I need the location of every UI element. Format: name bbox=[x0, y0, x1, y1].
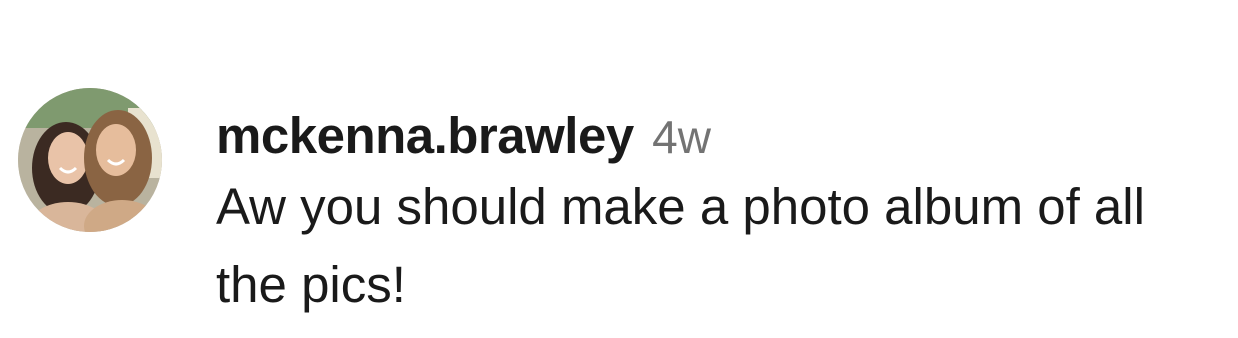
comment-item: mckenna.brawley 4w Aw you should make a … bbox=[0, 0, 1238, 338]
comment-text: Aw you should make a photo album of all … bbox=[216, 178, 1145, 313]
comment-body: mckenna.brawley 4w Aw you should make a … bbox=[216, 104, 1226, 324]
avatar[interactable] bbox=[18, 88, 162, 232]
avatar-photo-icon bbox=[18, 88, 162, 232]
username-link[interactable]: mckenna.brawley bbox=[216, 107, 634, 164]
comment-header: mckenna.brawley 4w bbox=[216, 104, 1226, 168]
timestamp[interactable]: 4w bbox=[652, 111, 711, 163]
